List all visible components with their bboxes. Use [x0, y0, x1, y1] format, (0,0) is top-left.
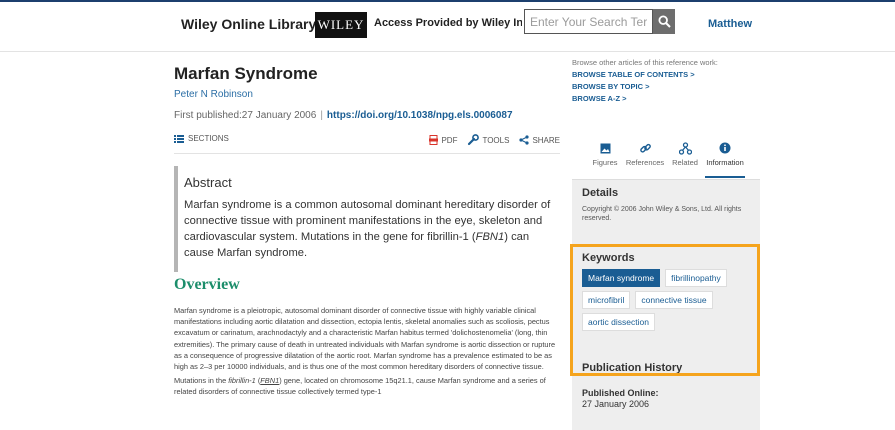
- browse-toc-link[interactable]: BROWSE TABLE OF CONTENTS >: [572, 70, 772, 79]
- share-button[interactable]: SHARE: [519, 135, 560, 145]
- fbn1-link[interactable]: FBN1: [260, 376, 279, 385]
- search-button[interactable]: [653, 9, 675, 34]
- overview-paragraph-2: Mutations in the fibrillin-1 (FBN1) gene…: [174, 375, 560, 397]
- copyright-text: Copyright © 2006 John Wiley & Sons, Ltd.…: [582, 206, 742, 222]
- sidebar-tabs: Figures References Related Information: [585, 138, 745, 178]
- link-icon: [639, 143, 651, 153]
- network-icon: [678, 141, 692, 155]
- tab-figures[interactable]: Figures: [585, 138, 625, 178]
- doi-link[interactable]: https://doi.org/10.1038/npg.els.0006087: [327, 110, 513, 121]
- sections-label: SECTIONS: [188, 134, 229, 143]
- tab-figures-label: Figures: [592, 158, 618, 167]
- overview-heading: Overview: [174, 276, 240, 293]
- tab-related-label: Related: [672, 158, 698, 167]
- overview-body: Marfan syndrome is a pleiotropic, autoso…: [174, 305, 560, 398]
- info-icon: [719, 142, 731, 154]
- browse-az-link[interactable]: BROWSE A-Z >: [572, 94, 772, 103]
- browse-note: Browse other articles of this reference …: [572, 58, 718, 67]
- tab-information-label: Information: [706, 158, 744, 167]
- article-toolbar: SECTIONS PDF TOOLS SHARE: [174, 131, 560, 151]
- abstract-text: Marfan syndrome is a common autosomal do…: [184, 197, 560, 261]
- tools-label: TOOLS: [482, 135, 510, 145]
- abstract-heading: Abstract: [184, 175, 232, 190]
- search-icon: [657, 15, 671, 28]
- wiley-logo[interactable]: WILEY: [315, 12, 367, 38]
- wrench-icon: [468, 134, 480, 146]
- author-link[interactable]: Peter N Robinson: [174, 89, 253, 100]
- brand-name[interactable]: Wiley Online Library: [181, 16, 316, 32]
- article-title: Marfan Syndrome: [174, 64, 318, 83]
- tab-information[interactable]: Information: [705, 138, 745, 178]
- user-menu[interactable]: Matthew: [708, 18, 752, 30]
- site-header: Wiley Online Library WILEY Access Provid…: [0, 2, 895, 52]
- overview-paragraph-1: Marfan syndrome is a pleiotropic, autoso…: [174, 306, 556, 372]
- tab-related[interactable]: Related: [665, 138, 705, 178]
- tab-references-label: References: [625, 158, 665, 167]
- pdf-icon: [429, 135, 439, 145]
- browse-topic-link[interactable]: BROWSE BY TOPIC >: [572, 82, 772, 91]
- pdf-label: PDF: [441, 135, 458, 145]
- pdf-button[interactable]: PDF: [429, 135, 457, 145]
- p2-gene-name: fibrillin-1: [228, 376, 256, 386]
- published-online-label: Published Online:: [582, 388, 659, 398]
- sections-button[interactable]: SECTIONS: [174, 134, 229, 143]
- publication-line: First published:27 January 2006 | https://…: [174, 110, 513, 121]
- published-online-value: 27 January 2006: [582, 399, 650, 409]
- tab-references[interactable]: References: [625, 138, 665, 178]
- details-heading: Details: [582, 187, 619, 199]
- separator: |: [320, 110, 323, 121]
- details-section: Details Copyright © 2006 John Wiley & So…: [582, 187, 752, 223]
- divider: [174, 153, 560, 154]
- image-icon: [600, 143, 610, 153]
- abstract-box: Abstract Marfan syndrome is a common aut…: [174, 166, 560, 272]
- share-label: SHARE: [532, 135, 560, 145]
- search-input[interactable]: [524, 9, 653, 34]
- access-provided-text: Access Provided by Wiley Institut: [374, 17, 522, 29]
- list-icon: [174, 134, 184, 143]
- tools-button[interactable]: TOOLS: [467, 134, 509, 146]
- published-date: First published:27 January 2006: [174, 110, 317, 121]
- share-icon: [519, 135, 530, 145]
- browse-links: Browse other articles of this reference …: [572, 58, 772, 103]
- p2-text-a: Mutations in the: [174, 376, 229, 386]
- abstract-gene: FBN1: [475, 231, 505, 243]
- keywords-highlight-box: [570, 244, 760, 376]
